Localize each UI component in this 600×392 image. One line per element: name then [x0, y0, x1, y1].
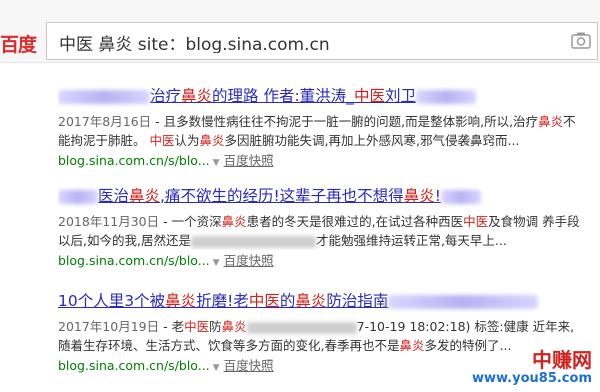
baidu-logo[interactable]: 百度 [0, 30, 37, 57]
snapshot-link[interactable]: 百度快照 [224, 358, 274, 373]
search-header: 百度 [0, 0, 600, 63]
watermark-name: 中赚网 [532, 348, 592, 372]
result-abstract: 2018年11月30日 - 一个资深鼻炎患者的冬天是很难过的,在试过各种西医中医… [58, 214, 580, 248]
camera-icon[interactable] [571, 31, 591, 49]
result-item: 医治鼻炎,痛不欲生的经历!这辈子再也不想得鼻炎! 2018年11月30日 - 一… [58, 186, 598, 272]
snapshot-link[interactable]: 百度快照 [224, 153, 274, 168]
search-input[interactable] [57, 31, 541, 53]
result-url[interactable]: blog.sina.com.cn/s/blo... [58, 358, 210, 373]
dropdown-arrow-icon[interactable]: ▼ [213, 363, 220, 373]
redacted-blur [246, 321, 357, 334]
redacted-blur [440, 189, 481, 204]
redacted-blur [190, 235, 316, 248]
site-watermark: 中赚网 www.you85.com [472, 349, 592, 386]
redacted-blur [58, 189, 98, 204]
result-url[interactable]: blog.sina.com.cn/s/blo... [58, 153, 210, 168]
result-item: 治疗鼻炎的理路 作者:董洪涛_中医刘卫 2017年8月16日 - 且多数慢性病往… [58, 86, 598, 172]
result-url-line: blog.sina.com.cn/s/blo... ▼ 百度快照 [58, 152, 598, 172]
result-url[interactable]: blog.sina.com.cn/s/blo... [58, 253, 210, 268]
redacted-blur [415, 89, 476, 104]
result-abstract: 2017年8月16日 - 且多数慢性病往往不拘泥于一脏一腑的问题,而是整体影响,… [58, 114, 576, 148]
redacted-blur [58, 89, 150, 104]
result-title[interactable]: 治疗鼻炎的理路 作者:董洪涛_中医刘卫 [58, 86, 598, 108]
result-url-line: blog.sina.com.cn/s/blo... ▼ 百度快照 [58, 252, 598, 272]
snapshot-link[interactable]: 百度快照 [224, 253, 274, 268]
result-title[interactable]: 医治鼻炎,痛不欲生的经历!这辈子再也不想得鼻炎! [58, 186, 598, 208]
dropdown-arrow-icon[interactable]: ▼ [213, 258, 220, 268]
redacted-blur [388, 294, 539, 309]
watermark-url: www.you85.com [471, 371, 592, 386]
result-title[interactable]: 10个人里3个被鼻炎折磨!老中医的鼻炎防治指南 [58, 291, 598, 313]
dropdown-arrow-icon[interactable]: ▼ [213, 158, 220, 168]
search-box[interactable] [46, 22, 598, 60]
